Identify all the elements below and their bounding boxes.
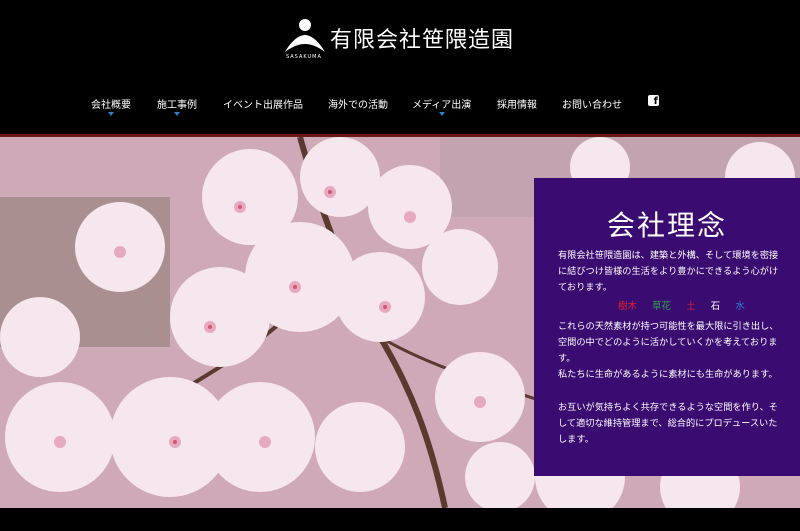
natural-elements-list: 樹木 草花 土 石 水 bbox=[618, 298, 757, 312]
element-water: 水 bbox=[735, 301, 745, 312]
nav-item-recruit[interactable]: 採用情報 bbox=[497, 96, 537, 111]
chevron-down-icon bbox=[174, 112, 180, 116]
philosophy-title: 会社理念 bbox=[606, 209, 727, 242]
philosophy-paragraph-3: 私たちに生命があるように素材にも生命があります。 bbox=[558, 369, 778, 380]
nav-item-overseas[interactable]: 海外での活動 bbox=[328, 96, 388, 111]
philosophy-paragraph-1: 有限会社笹隈造園は、建築と外構、そして環境を密接に結びつけ皆様の生活をより豊かに… bbox=[558, 250, 779, 293]
element-flowers: 草花 bbox=[652, 301, 672, 312]
company-name[interactable]: 有限会社笹隈造園 bbox=[330, 22, 514, 54]
element-stone: 石 bbox=[710, 301, 721, 312]
element-trees: 樹木 bbox=[618, 301, 638, 312]
philosophy-panel: 会社理念 有限会社笹隈造園は、建築と外構、そして環境を密接に結びつけ皆様の生活を… bbox=[534, 178, 800, 476]
chevron-down-icon bbox=[438, 112, 445, 116]
logo-subtext: SASAKUMA bbox=[286, 54, 322, 60]
nav-item-company[interactable]: 会社概要 bbox=[91, 96, 131, 116]
site-header: SASAKUMA 有限会社笹隈造園 会社概要 施工事例 イベント出展作品 海外で… bbox=[0, 0, 800, 136]
nav-item-events[interactable]: イベント出展作品 bbox=[223, 96, 303, 111]
philosophy-paragraph-4: お互いが気持ちよく共存できるような空間を作り、そして適切な維持管理まで、総合的に… bbox=[558, 402, 778, 445]
main-nav: 会社概要 施工事例 イベント出展作品 海外での活動 メディア出演 採用情報 お問… bbox=[0, 95, 800, 120]
chevron-down-icon bbox=[108, 112, 114, 116]
element-soil: 土 bbox=[686, 301, 696, 312]
bottom-content-bar bbox=[20, 508, 780, 531]
nav-item-works[interactable]: 施工事例 bbox=[157, 96, 197, 116]
nav-item-contact[interactable]: お問い合わせ bbox=[562, 96, 622, 111]
philosophy-paragraph-2: これらの天然素材が持つ可能性を最大限に引き出し、空間の中でどのように活かしていく… bbox=[558, 321, 779, 364]
nav-item-media[interactable]: メディア出演 bbox=[412, 96, 471, 116]
facebook-icon[interactable]: f bbox=[648, 95, 659, 106]
